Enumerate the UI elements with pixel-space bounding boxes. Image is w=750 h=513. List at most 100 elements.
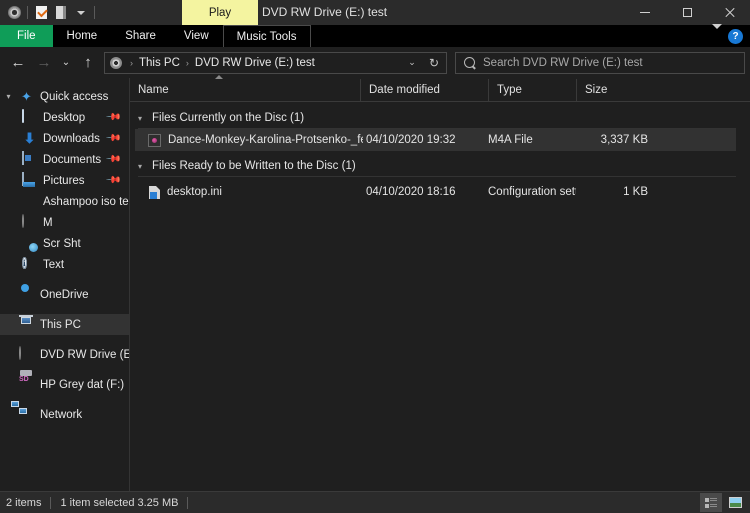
- cell-date-modified: 04/10/2020 18:16: [366, 186, 456, 198]
- forward-button[interactable]: →: [31, 50, 57, 76]
- close-button[interactable]: [708, 0, 750, 25]
- sidebar-item-text[interactable]: i Text: [0, 254, 129, 275]
- tab-view[interactable]: View: [170, 25, 223, 47]
- chevron-right-icon[interactable]: ▸: [4, 320, 13, 329]
- window-title: DVD RW Drive (E:) test: [262, 5, 388, 19]
- sidebar-item-scr-sht[interactable]: Scr Sht: [0, 233, 129, 254]
- pin-icon[interactable]: 📌: [104, 130, 121, 147]
- table-row[interactable]: desktop.ini 04/10/2020 18:16 Configurati…: [135, 181, 736, 203]
- sidebar-item-this-pc[interactable]: ▸ This PC: [0, 314, 129, 335]
- folder-shared-icon: [22, 236, 37, 251]
- table-row[interactable]: Dance-Monkey-Karolina-Protsenko-_feat...…: [135, 129, 736, 151]
- large-icons-view-icon[interactable]: [724, 493, 746, 512]
- sidebar-item-pictures[interactable]: Pictures 📌: [0, 170, 129, 191]
- navigation-pane: ▾ ✦ Quick access Desktop 📌 ⬇ Downloads 📌…: [0, 78, 130, 491]
- sidebar-item-label: M: [43, 216, 53, 229]
- info-icon: i: [22, 257, 27, 269]
- pin-icon[interactable]: 📌: [104, 109, 121, 126]
- minimize-button[interactable]: [624, 0, 666, 25]
- ribbon-tab-bar: File Home Share View Music Tools ?: [0, 24, 750, 47]
- sidebar-item-label: Ashampoo iso test: [43, 195, 129, 208]
- chevron-right-icon[interactable]: ▸: [4, 350, 13, 359]
- breadcrumb-dvd-drive[interactable]: DVD RW Drive (E:) test: [193, 57, 317, 69]
- chevron-down-icon[interactable]: ▾: [138, 162, 146, 171]
- file-list: ▾ Files Currently on the Disc (1) Dance-…: [130, 102, 750, 491]
- sidebar-item-desktop[interactable]: Desktop 📌: [0, 107, 129, 128]
- group-header-label: Files Currently on the Disc (1): [152, 112, 311, 124]
- sidebar-item-downloads[interactable]: ⬇ Downloads 📌: [0, 128, 129, 149]
- address-bar[interactable]: › This PC › DVD RW Drive (E:) test ⌄ ↻: [104, 51, 447, 74]
- cell-size: 3,337 KB: [600, 134, 648, 146]
- sidebar-item-documents[interactable]: Documents 📌: [0, 149, 129, 170]
- column-header-name[interactable]: Name: [130, 75, 360, 101]
- breadcrumb-separator-1: ›: [130, 57, 133, 68]
- search-box[interactable]: Search DVD RW Drive (E:) test: [455, 51, 745, 74]
- chevron-down-icon[interactable]: ▾: [4, 92, 13, 101]
- network-icon: [19, 407, 34, 422]
- group-header-files-on-disc[interactable]: ▾ Files Currently on the Disc (1): [130, 107, 750, 129]
- file-name-label: Dance-Monkey-Karolina-Protsenko-_feat...…: [168, 134, 363, 146]
- column-header-size[interactable]: Size: [576, 79, 658, 101]
- sidebar-item-label: Documents: [43, 153, 102, 166]
- column-header-date-modified[interactable]: Date modified: [360, 79, 488, 101]
- address-bar-controls: ⌄ ↻: [402, 53, 444, 73]
- sidebar-item-label: Downloads: [43, 132, 100, 145]
- properties-icon[interactable]: [31, 2, 51, 23]
- disc-icon[interactable]: [4, 2, 24, 23]
- group-header-files-ready-to-write[interactable]: ▾ Files Ready to be Written to the Disc …: [130, 155, 750, 177]
- tab-file[interactable]: File: [0, 25, 53, 47]
- play-contextual-tab[interactable]: Play: [182, 0, 258, 25]
- sidebar-item-ashampoo-iso-test[interactable]: Ashampoo iso test: [0, 191, 129, 212]
- folder-icon: [22, 194, 37, 209]
- chevron-right-icon[interactable]: ▸: [4, 380, 13, 389]
- sidebar-item-m[interactable]: M: [0, 212, 129, 233]
- tab-home[interactable]: Home: [53, 25, 112, 47]
- maximize-button[interactable]: [666, 0, 708, 25]
- tab-music-tools[interactable]: Music Tools: [222, 25, 311, 47]
- expand-ribbon-chevron-down-icon[interactable]: [712, 24, 722, 43]
- qat-divider-1: [27, 6, 28, 19]
- sidebar-item-label: This PC: [40, 318, 81, 331]
- dvd-drive-icon: [19, 346, 34, 362]
- help-icon[interactable]: ?: [728, 28, 743, 44]
- rename-icon[interactable]: [51, 2, 71, 23]
- pin-icon[interactable]: 📌: [104, 172, 121, 189]
- refresh-icon[interactable]: ↻: [424, 53, 444, 73]
- cell-name: Dance-Monkey-Karolina-Protsenko-_feat...…: [135, 133, 363, 147]
- desktop-icon: [22, 109, 37, 125]
- this-pc-icon: [19, 317, 34, 332]
- sidebar-item-quick-access[interactable]: ▾ ✦ Quick access: [0, 86, 129, 107]
- address-dropdown-chevron-down-icon[interactable]: ⌄: [402, 53, 422, 73]
- back-button[interactable]: ←: [5, 50, 31, 76]
- sidebar-item-label: Text: [43, 258, 65, 271]
- pin-icon[interactable]: 📌: [104, 151, 121, 168]
- breadcrumb-this-pc[interactable]: This PC: [137, 57, 182, 69]
- sidebar-item-network[interactable]: ▸ Network: [0, 404, 129, 425]
- chevron-right-icon[interactable]: ▸: [4, 290, 13, 299]
- column-header-type[interactable]: Type: [488, 79, 576, 101]
- sidebar-item-label: HP Grey dat (F:): [40, 378, 125, 391]
- column-header-label: Date modified: [369, 84, 440, 96]
- onedrive-icon: [19, 287, 34, 302]
- sd-card-icon: [19, 377, 34, 392]
- chevron-down-icon[interactable]: ▾: [138, 114, 146, 123]
- breadcrumb-disc-icon: [110, 56, 122, 69]
- search-input[interactable]: Search DVD RW Drive (E:) test: [483, 57, 643, 69]
- cell-name: desktop.ini: [135, 185, 363, 199]
- sidebar-item-onedrive[interactable]: ▸ OneDrive: [0, 284, 129, 305]
- sidebar-item-dvd-rw-drive[interactable]: ▸ DVD RW Drive (E:) te: [0, 344, 129, 365]
- up-button[interactable]: ↑: [75, 50, 101, 76]
- star-icon: ✦: [21, 89, 32, 104]
- sidebar-item-label: Quick access: [40, 90, 109, 103]
- tab-share[interactable]: Share: [111, 25, 170, 47]
- recent-locations-chevron-down-icon[interactable]: ⌄: [57, 50, 75, 76]
- details-view-icon[interactable]: [700, 493, 722, 512]
- breadcrumb-separator-2: ›: [185, 57, 189, 68]
- status-divider-2: [187, 496, 189, 509]
- customize-chevron-down-icon[interactable]: [71, 2, 91, 23]
- file-list-pane: Name Date modified Type Size ▾ Files Cur…: [130, 75, 750, 491]
- quick-access-toolbar: [0, 0, 98, 25]
- sidebar-item-hp-grey-dat[interactable]: ▸ HP Grey dat (F:): [0, 374, 129, 395]
- chevron-right-icon[interactable]: ▸: [4, 410, 13, 419]
